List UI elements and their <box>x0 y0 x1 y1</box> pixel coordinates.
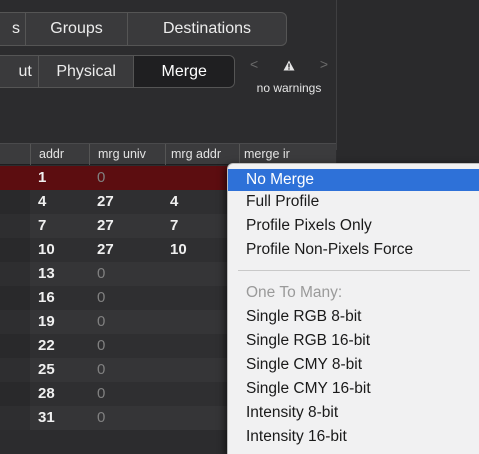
tab-groups[interactable]: Groups <box>26 13 128 45</box>
column-separator <box>89 144 90 165</box>
addr-cell: 19 <box>38 313 55 330</box>
addr-cell: 31 <box>38 409 55 426</box>
next-warning-button[interactable]: > <box>320 56 328 72</box>
mrg-univ-cell: 0 <box>97 361 106 378</box>
column-header-mrg-addr[interactable]: mrg addr <box>171 147 221 161</box>
menu-item-intensity-8bit[interactable]: Intensity 8-bit <box>228 402 479 424</box>
menu-item-single-cmy-16bit[interactable]: Single CMY 16-bit <box>228 378 479 400</box>
mrg-addr-cell: 4 <box>170 193 179 210</box>
mrg-univ-cell: 27 <box>97 193 114 210</box>
menu-item-profile-non-pixels-force[interactable]: Profile Non-Pixels Force <box>228 239 479 261</box>
subtab-physical[interactable]: Physical <box>39 56 135 87</box>
column-header-addr[interactable]: addr <box>39 147 64 161</box>
menu-item-intensity-16bit[interactable]: Intensity 16-bit <box>228 426 479 448</box>
mrg-univ-cell: 27 <box>97 241 114 258</box>
subtab-partial[interactable]: ut <box>0 56 39 87</box>
menu-item-profile-pixels-only[interactable]: Profile Pixels Only <box>228 215 479 237</box>
column-header-merge-ir[interactable]: merge ir <box>244 147 290 161</box>
addr-cell: 13 <box>38 265 55 282</box>
mrg-univ-cell: 0 <box>97 409 106 426</box>
addr-cell: 25 <box>38 361 55 378</box>
merge-mode-menu: No Merge Full Profile Profile Pixels Onl… <box>227 163 479 454</box>
addr-cell: 22 <box>38 337 55 354</box>
table-header: addr mrg univ mrg addr merge ir <box>0 143 336 165</box>
tab-partial[interactable]: s <box>0 13 26 45</box>
addr-cell: 4 <box>38 193 47 210</box>
menu-item-single-rgb-16bit[interactable]: Single RGB 16-bit <box>228 330 479 352</box>
menu-section-header: One To Many: <box>246 284 343 301</box>
addr-cell: 10 <box>38 241 55 258</box>
menu-item-single-cmy-8bit[interactable]: Single CMY 8-bit <box>228 354 479 376</box>
warning-status: no warnings <box>256 81 322 95</box>
menu-item-full-profile[interactable]: Full Profile <box>228 191 479 213</box>
menu-item-no-merge[interactable]: No Merge <box>228 169 479 191</box>
sub-tab-bar: ut Physical Merge <box>0 55 235 88</box>
column-separator <box>239 144 240 165</box>
menu-separator <box>238 270 470 271</box>
mrg-univ-cell: 0 <box>97 385 106 402</box>
mrg-univ-cell: 0 <box>97 169 106 186</box>
mrg-univ-cell: 27 <box>97 217 114 234</box>
addr-cell: 16 <box>38 289 55 306</box>
mrg-univ-cell: 0 <box>97 337 106 354</box>
prev-warning-button[interactable]: < <box>250 56 258 72</box>
menu-item-single-rgb-8bit[interactable]: Single RGB 8-bit <box>228 306 479 328</box>
warning-triangle-icon <box>283 60 295 71</box>
column-header-mrg-univ[interactable]: mrg univ <box>98 147 146 161</box>
panel-divider <box>336 0 337 150</box>
addr-cell: 28 <box>38 385 55 402</box>
addr-cell: 7 <box>38 217 47 234</box>
addr-cell: 1 <box>38 169 47 186</box>
mrg-addr-cell: 7 <box>170 217 179 234</box>
column-separator <box>30 144 31 165</box>
mrg-addr-cell: 10 <box>170 241 187 258</box>
mrg-univ-cell: 0 <box>97 289 106 306</box>
column-separator <box>165 144 166 165</box>
mrg-univ-cell: 0 <box>97 313 106 330</box>
subtab-merge[interactable]: Merge <box>134 56 234 87</box>
main-tab-bar: s Groups Destinations <box>0 12 287 46</box>
tab-destinations[interactable]: Destinations <box>128 13 286 45</box>
mrg-univ-cell: 0 <box>97 265 106 282</box>
